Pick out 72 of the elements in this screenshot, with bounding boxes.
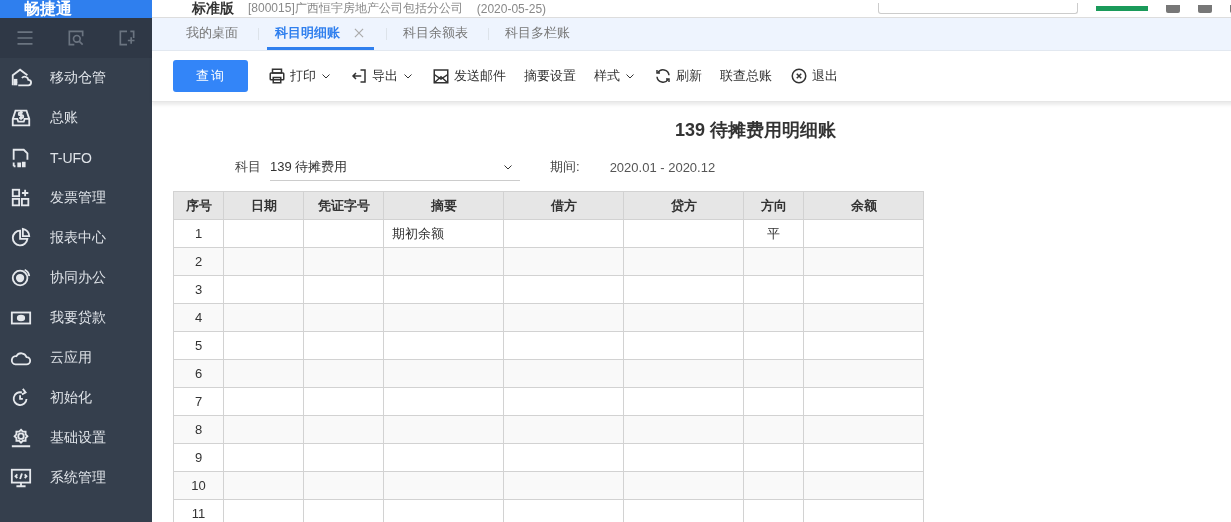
period-value: 2020.01 - 2020.12: [609, 159, 716, 175]
refresh-icon: [654, 67, 672, 85]
column-header: 凭证字号: [303, 191, 384, 220]
toolbar-button[interactable]: 联查总账: [720, 67, 772, 85]
warehouse-cloud-icon: [10, 67, 32, 89]
subject-select[interactable]: 139 待摊费用: [270, 153, 520, 181]
toolbar-icon[interactable]: [1198, 4, 1212, 13]
toolbar-button[interactable]: 刷新: [654, 67, 702, 85]
sidebar-item[interactable]: 基础设置: [0, 418, 152, 458]
search-icon[interactable]: [66, 28, 86, 48]
query-button[interactable]: 查询: [173, 60, 248, 92]
column-header: 余额: [803, 191, 924, 220]
report-title: 139 待摊费用明细账: [674, 119, 836, 142]
column-header: 序号: [173, 191, 224, 220]
printer-icon: [268, 67, 286, 85]
sidebar-item[interactable]: T-UFO: [0, 138, 152, 178]
column-header: 借方: [503, 191, 624, 220]
table-cell: 10: [173, 471, 224, 500]
target-icon: [10, 267, 32, 289]
subject-label: 科目: [235, 158, 261, 176]
table-cell: 6: [173, 359, 224, 388]
gear-icon: [10, 427, 32, 449]
tab[interactable]: 科目余额表: [395, 18, 476, 50]
grid-plus-icon: [10, 187, 32, 209]
close-circle-icon: [790, 67, 808, 85]
toolbar-menu-button[interactable]: 导出: [350, 67, 414, 85]
table-cell: 4: [173, 303, 224, 332]
table-cell: 9: [173, 443, 224, 472]
monitor-code-icon: [10, 467, 32, 489]
table-cell: 7: [173, 387, 224, 416]
logo-text: 畅捷通: [24, 0, 72, 18]
table-cell: 8: [173, 415, 224, 444]
sidebar-item[interactable]: 移动仓管: [0, 58, 152, 98]
menu-icon[interactable]: [15, 28, 36, 48]
table-cell: 5: [173, 331, 224, 360]
date-text: (2020-05-25): [476, 1, 547, 16]
export-icon: [350, 67, 368, 85]
sidebar-item[interactable]: 初始化: [0, 378, 152, 418]
toolbar-button[interactable]: 摘要设置: [524, 67, 576, 85]
pie-chart-icon: [10, 227, 32, 249]
column-header: 摘要: [383, 191, 504, 220]
account-dropdown[interactable]: [878, 3, 1078, 14]
sidebar-item[interactable]: 系统管理: [0, 458, 152, 498]
toolbar-button[interactable]: 发送邮件: [432, 67, 506, 85]
edition-title: 标准版: [192, 0, 234, 18]
sidebar-item[interactable]: 协同办公: [0, 258, 152, 298]
toolbar-icon[interactable]: [1166, 4, 1180, 13]
table-cell: 3: [173, 275, 224, 304]
sidebar-item[interactable]: 报表中心: [0, 218, 152, 258]
table-cell: 期初余额: [383, 219, 504, 248]
table-cell: 1: [173, 219, 224, 248]
toolbar-menu-button[interactable]: 打印: [268, 67, 332, 85]
sidebar-item[interactable]: 云应用: [0, 338, 152, 378]
column-header: 方向: [743, 191, 804, 220]
toolbar-button[interactable]: 退出: [790, 67, 838, 85]
sidebar-item[interactable]: 发票管理: [0, 178, 152, 218]
toolbar-menu-button[interactable]: 样式: [594, 67, 636, 85]
column-header: 日期: [223, 191, 304, 220]
ledger-tray-icon: [10, 107, 32, 129]
period-label: 期间:: [550, 158, 580, 176]
status-badge: [1096, 6, 1148, 11]
table-cell: 平: [743, 219, 804, 248]
table-cell: 2: [173, 247, 224, 276]
sidebar-item[interactable]: 总账: [0, 98, 152, 138]
company-name: [800015]广西恒宇房地产公司包括分公司: [248, 0, 463, 17]
envelope-icon: [432, 67, 450, 85]
sidebar-item[interactable]: 我要贷款: [0, 298, 152, 338]
tab[interactable]: 科目多栏账: [497, 18, 578, 50]
table-cell: 11: [173, 499, 224, 522]
column-header: 贷方: [623, 191, 744, 220]
tab[interactable]: 我的桌面: [178, 18, 246, 50]
tab[interactable]: 科目明细账: [267, 18, 374, 50]
